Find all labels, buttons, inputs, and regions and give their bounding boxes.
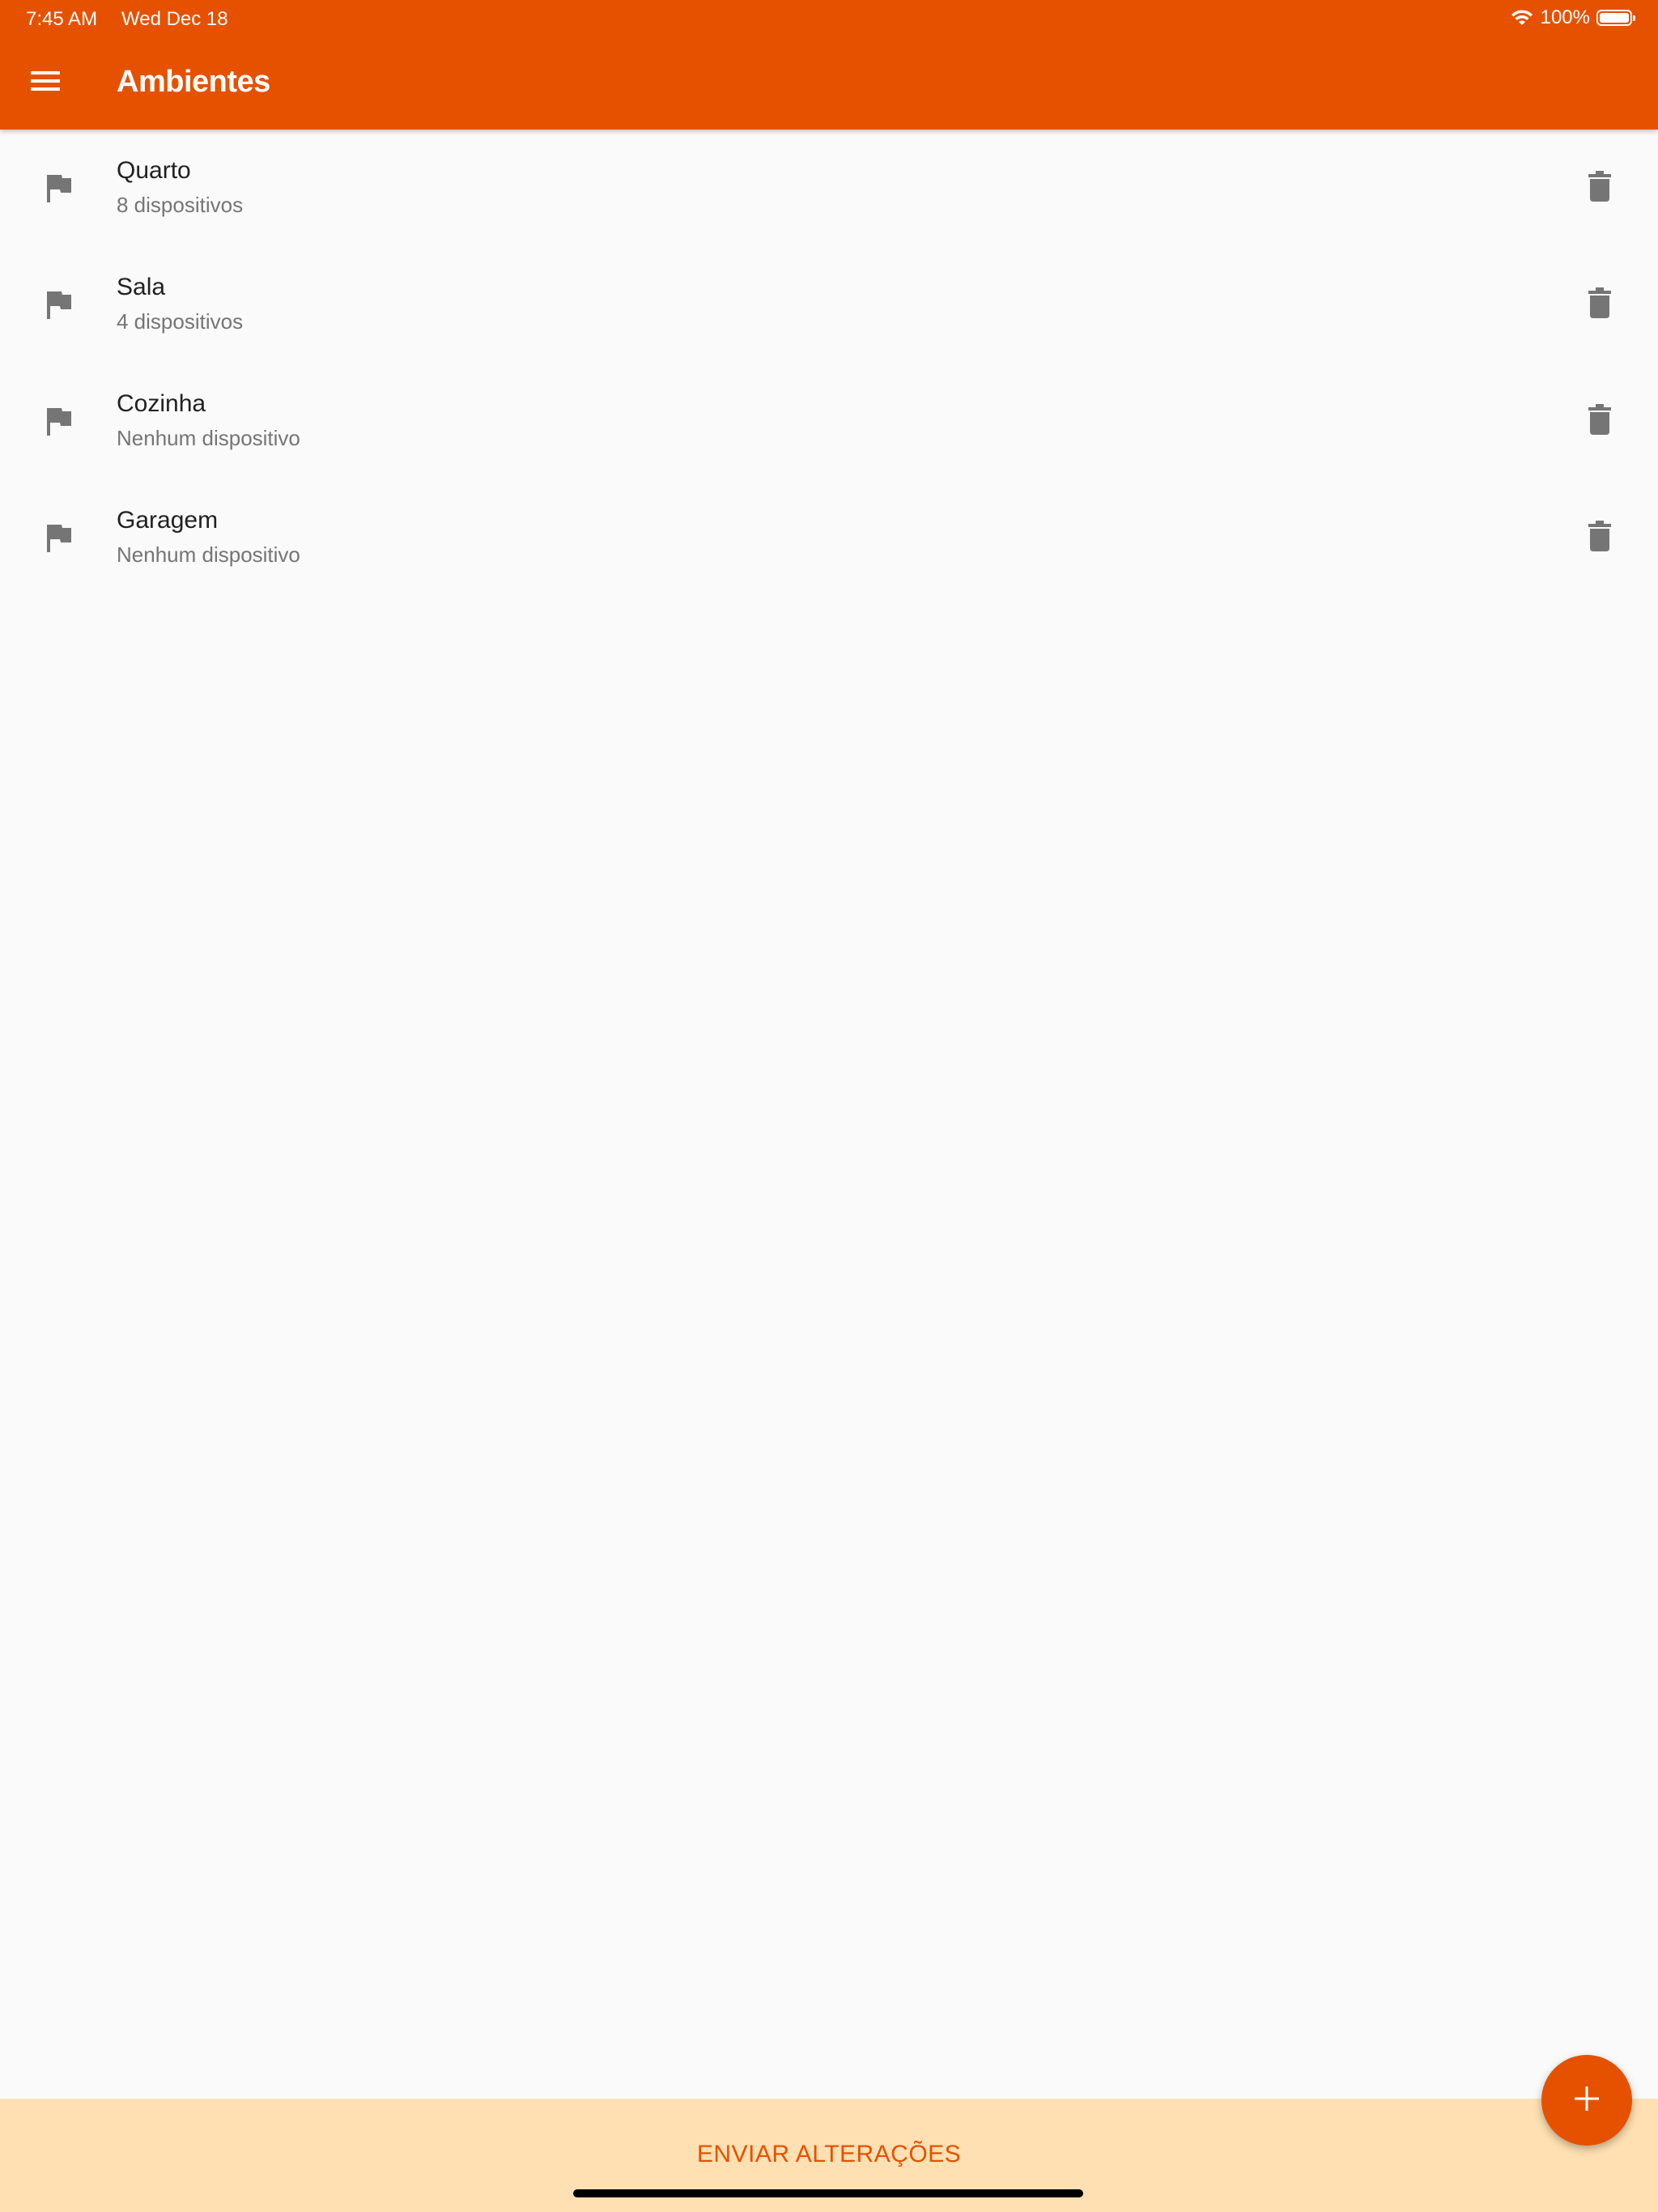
room-list: Quarto 8 dispositivos Sala 4 dispositivo… bbox=[0, 130, 1658, 596]
trash-icon bbox=[1588, 403, 1612, 439]
room-name: Sala bbox=[117, 274, 166, 300]
bottom-bar: ENVIAR ALTERAÇÕES bbox=[0, 2099, 1658, 2212]
menu-button[interactable] bbox=[21, 58, 70, 107]
trash-icon bbox=[1588, 520, 1612, 555]
wifi-icon bbox=[1510, 8, 1534, 28]
delete-button[interactable] bbox=[1579, 283, 1621, 325]
delete-button[interactable] bbox=[1579, 517, 1621, 559]
list-item[interactable]: Cozinha Nenhum dispositivo bbox=[0, 363, 1658, 479]
plus-icon bbox=[1572, 2084, 1601, 2117]
delete-button[interactable] bbox=[1579, 400, 1621, 442]
menu-icon bbox=[29, 69, 62, 97]
room-device-count: 4 dispositivos bbox=[117, 309, 244, 334]
status-bar: 7:45 AM Wed Dec 18 100% bbox=[0, 0, 1658, 37]
page-title: Ambientes bbox=[117, 65, 270, 99]
room-name: Cozinha bbox=[117, 390, 206, 417]
list-item[interactable]: Sala 4 dispositivos bbox=[0, 246, 1658, 363]
delete-button[interactable] bbox=[1579, 167, 1621, 209]
flag-icon bbox=[45, 172, 73, 204]
app-bar: 7:45 AM Wed Dec 18 100% Ambientes bbox=[0, 0, 1658, 130]
list-item[interactable]: Quarto 8 dispositivos bbox=[0, 130, 1658, 246]
flag-icon bbox=[45, 521, 73, 554]
room-device-count: 8 dispositivos bbox=[117, 193, 244, 217]
room-device-count: Nenhum dispositivo bbox=[117, 426, 300, 450]
send-changes-button[interactable]: ENVIAR ALTERAÇÕES bbox=[0, 2141, 1658, 2168]
flag-icon bbox=[45, 405, 73, 437]
room-name: Quarto bbox=[117, 157, 191, 184]
add-room-button[interactable] bbox=[1541, 2055, 1632, 2146]
list-item[interactable]: Garagem Nenhum dispositivo bbox=[0, 479, 1658, 596]
flag-icon bbox=[45, 288, 73, 321]
trash-icon bbox=[1588, 287, 1612, 322]
status-indicators: 100% bbox=[1510, 6, 1635, 29]
trash-icon bbox=[1588, 170, 1612, 206]
home-indicator bbox=[573, 2189, 1083, 2197]
room-device-count: Nenhum dispositivo bbox=[117, 542, 300, 567]
status-time: 7:45 AM bbox=[26, 8, 98, 30]
room-name: Garagem bbox=[117, 507, 219, 534]
app-root: 7:45 AM Wed Dec 18 100% Ambientes Quarto… bbox=[0, 0, 1658, 2212]
battery-icon bbox=[1596, 10, 1635, 26]
battery-percentage: 100% bbox=[1540, 6, 1590, 28]
status-date: Wed Dec 18 bbox=[121, 8, 228, 30]
